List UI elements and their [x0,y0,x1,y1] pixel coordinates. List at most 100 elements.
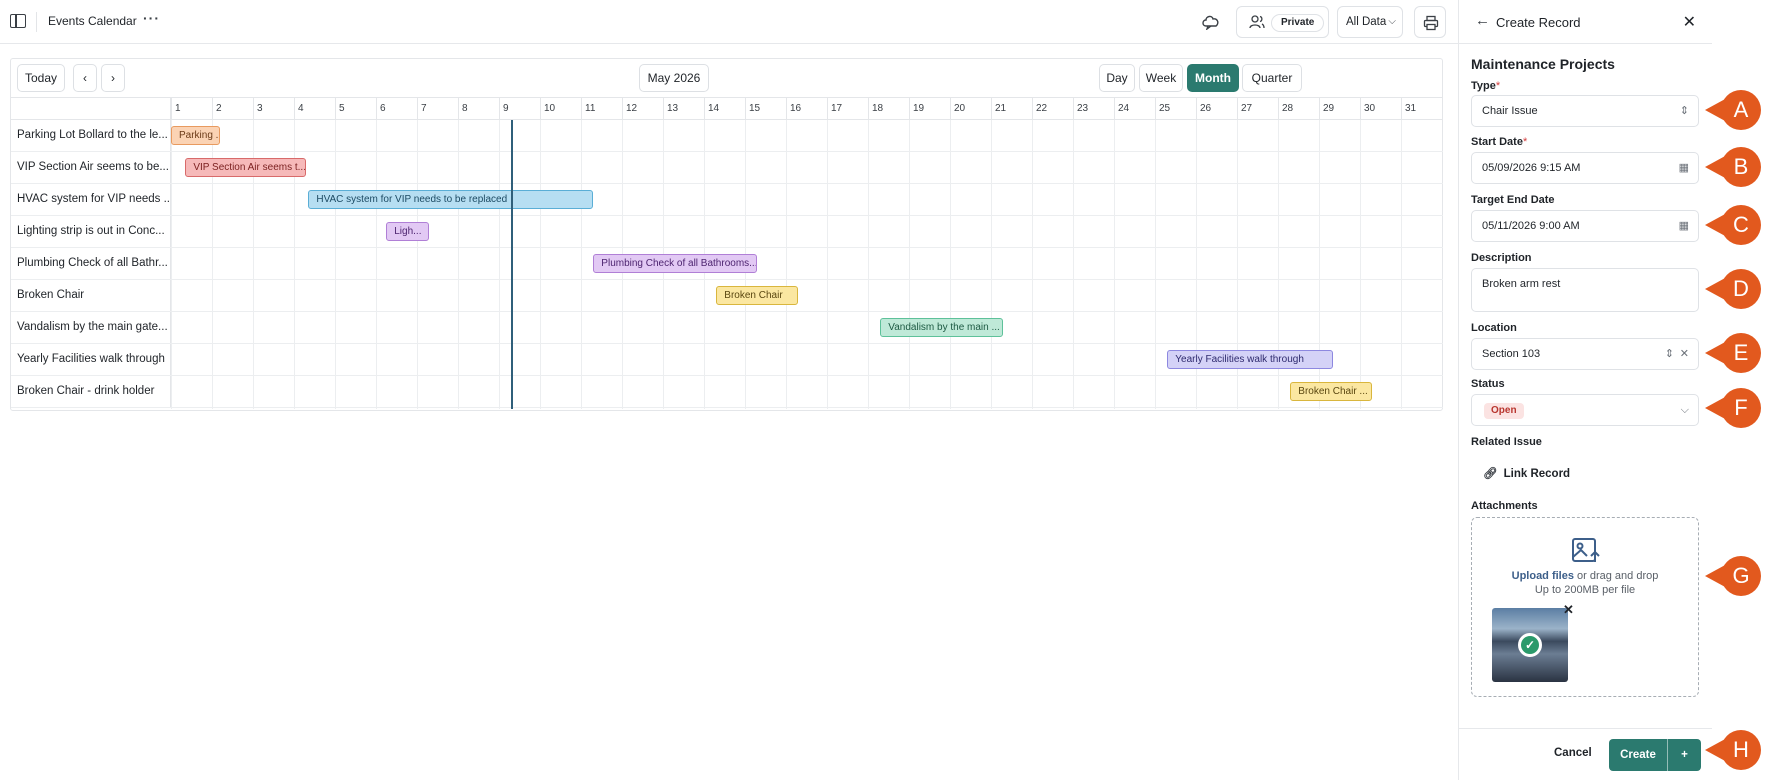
remove-attachment-icon[interactable]: ✕ [1563,602,1574,618]
day-header-cell: 5 [335,98,376,120]
marker: B [1705,147,1761,187]
month-label[interactable]: May 2026 [639,64,709,92]
sidebar-toggle-icon[interactable] [10,14,26,28]
day-header-cell: 8 [458,98,499,120]
chat-cloud-icon[interactable] [1201,12,1221,30]
row-label[interactable]: Plumbing Check of all Bathr... [17,248,169,279]
calendar-icon[interactable]: ▦ [1679,153,1689,183]
updown-chevron-icon: ⇕ [1664,348,1674,360]
check-icon: ✓ [1518,633,1542,657]
event-bar[interactable]: Parking ... [171,126,221,145]
row-label[interactable]: HVAC system for VIP needs ... [17,184,169,215]
next-month-button[interactable]: › [101,64,125,92]
create-button[interactable]: Create + [1609,739,1701,771]
back-arrow-icon[interactable]: ← [1475,12,1490,29]
day-header-cell: 14 [704,98,745,120]
location-value: Section 103 [1482,348,1541,360]
event-bar[interactable]: Broken Chair [716,286,799,305]
data-filter-dropdown[interactable]: All Data ⌵ [1337,6,1403,38]
row-label[interactable]: Parking Lot Bollard to the le... [17,120,169,151]
upload-limit: Up to 200MB per file [1534,584,1636,596]
marker: A [1705,90,1761,130]
more-options-icon[interactable]: ··· [143,10,160,26]
page-title: Events Calendar [48,14,137,28]
description-label: Description [1471,252,1532,264]
attachment-thumbnail[interactable]: ✓ [1492,608,1568,682]
day-header: 1 2 3 4 5 6 7 8 9 10 11 12 13 14 15 16 17 18 19 20 21 22 23 24 2… [171,97,1443,120]
day-header-cell: 13 [663,98,704,120]
view-day-button[interactable]: Day [1099,64,1135,92]
type-select[interactable]: Chair Issue ⇕ [1471,95,1699,127]
event-bar[interactable]: HVAC system for VIP needs to be replaced [308,190,594,209]
prev-month-button[interactable]: ‹ [73,64,97,92]
file-upload-dropzone[interactable]: Upload files or drag and drop Up to 200M… [1471,517,1699,697]
day-header-cell: 12 [622,98,663,120]
marker: D [1705,269,1761,309]
view-month-button[interactable]: Month [1187,64,1239,92]
row-label[interactable]: Vandalism by the main gate... [17,312,169,343]
gantt-row: HVAC system for VIP needs ... HVAC system… [11,184,1443,216]
privacy-label: Private [1271,14,1325,32]
day-header-cell: 6 [376,98,417,120]
day-header-cell: 21 [991,98,1032,120]
create-label: Create [1620,749,1656,761]
row-header-corner [11,97,171,120]
data-filter-label: All Data [1346,16,1387,28]
chevron-left-icon: ‹ [83,71,87,85]
calendar-icon[interactable]: ▦ [1679,211,1689,241]
cancel-button[interactable]: Cancel [1554,747,1592,759]
create-record-panel: ← Create Record ✕ Maintenance Projects T… [1458,0,1712,780]
divider [36,12,37,32]
day-header-cell: 25 [1155,98,1196,120]
day-header-cell: 1 [171,98,212,120]
day-header-cell: 24 [1114,98,1155,120]
calendar-toolbar: Today ‹ › May 2026 Day Week Month Quarte… [11,59,1442,97]
row-label[interactable]: Yearly Facilities walk through [17,344,169,375]
event-bar[interactable]: Plumbing Check of all Bathrooms... [593,254,758,273]
row-label[interactable]: Broken Chair - drink holder [17,376,169,407]
close-icon[interactable]: ✕ [1683,12,1696,32]
day-header-cell: 4 [294,98,335,120]
event-bar[interactable]: Yearly Facilities walk through [1167,350,1334,369]
row-label[interactable]: VIP Section Air seems to be... [17,152,169,183]
related-issue-label: Related Issue [1471,436,1542,448]
create-more-button[interactable]: + [1667,739,1701,771]
day-header-cell: 7 [417,98,458,120]
event-bar[interactable]: Ligh... [386,222,430,241]
day-header-cell: 31 [1401,98,1442,120]
day-header-cell: 27 [1237,98,1278,120]
printer-icon [1423,15,1439,31]
start-date-label: Start Date* [1471,136,1528,148]
end-date-field[interactable]: 05/11/2026 9:00 AM ▦ [1471,210,1699,242]
day-header-cell: 29 [1319,98,1360,120]
day-header-cell: 30 [1360,98,1401,120]
status-select[interactable]: Open ⌵ [1471,394,1699,426]
print-button[interactable] [1414,6,1446,38]
marker: F [1705,388,1761,428]
end-date-value: 05/11/2026 9:00 AM [1482,220,1580,232]
description-textarea[interactable]: Broken arm rest [1471,268,1699,312]
event-bar[interactable]: VIP Section Air seems t... [185,158,307,177]
privacy-button[interactable]: Private [1236,6,1329,38]
link-record-button[interactable]: 🔗︎ Link Record [1483,466,1570,480]
gantt-row: Lighting strip is out in Conc... Ligh... [11,216,1443,248]
day-header-cell: 18 [868,98,909,120]
type-label: Type* [1471,80,1501,92]
today-button[interactable]: Today [17,64,65,92]
row-label[interactable]: Broken Chair [17,280,169,311]
day-header-cell: 3 [253,98,294,120]
clear-icon[interactable]: ✕ [1680,339,1689,369]
chevron-down-icon: ⌵ [1680,404,1689,416]
day-header-cell: 9 [499,98,540,120]
view-quarter-button[interactable]: Quarter [1242,64,1302,92]
day-header-cell: 19 [909,98,950,120]
location-select[interactable]: Section 103 ⇕ ✕ [1471,338,1699,370]
start-date-field[interactable]: 05/09/2026 9:15 AM ▦ [1471,152,1699,184]
row-label[interactable]: Lighting strip is out in Conc... [17,216,169,247]
panel-footer: Cancel Create + [1459,728,1712,780]
status-label: Status [1471,378,1505,390]
event-bar[interactable]: Vandalism by the main ... [880,318,1004,337]
event-bar[interactable]: Broken Chair ... [1290,382,1373,401]
view-week-button[interactable]: Week [1139,64,1183,92]
upload-instructions: Upload files or drag and drop [1511,570,1659,582]
